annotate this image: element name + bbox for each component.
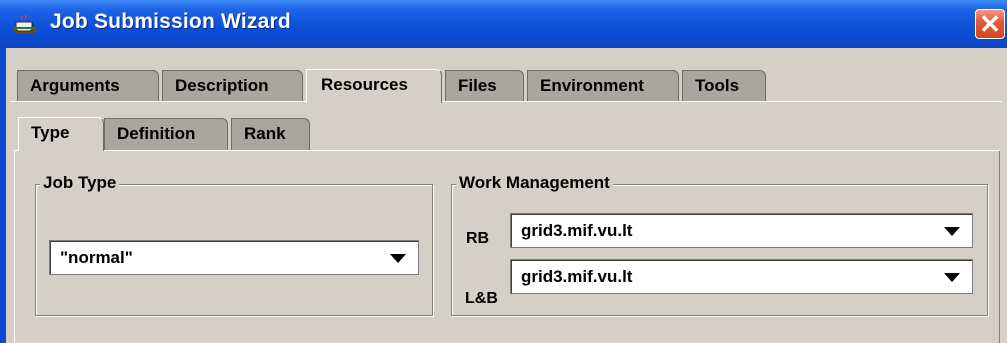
tab-label: Description (175, 76, 269, 95)
chevron-down-icon (944, 273, 960, 282)
subtab-type[interactable]: Type (18, 117, 104, 151)
lb-select[interactable]: grid3.mif.vu.lt (510, 259, 973, 294)
tab-tools[interactable]: Tools (682, 70, 766, 102)
subtab-rank[interactable]: Rank (231, 118, 310, 150)
tab-resources[interactable]: Resources (306, 69, 442, 103)
chevron-down-icon (944, 227, 960, 236)
job-type-select[interactable]: "normal" (49, 240, 419, 275)
window-frame-left (0, 48, 6, 343)
tab-label: Rank (244, 124, 286, 143)
tab-label: Tools (695, 76, 740, 95)
tab-label: Resources (321, 75, 408, 94)
tab-arguments[interactable]: Arguments (17, 70, 159, 102)
tab-environment[interactable]: Environment (527, 70, 679, 102)
tab-label: Arguments (30, 76, 120, 95)
lb-label: L&B (465, 290, 498, 307)
rb-value: grid3.mif.vu.lt (521, 221, 633, 240)
job-type-value: "normal" (60, 248, 133, 267)
tab-label: Files (458, 76, 497, 95)
window-title: Job Submission Wizard (50, 10, 291, 33)
work-management-title: Work Management (456, 172, 613, 194)
subtab-definition[interactable]: Definition (104, 118, 228, 150)
title-bar[interactable]: Job Submission Wizard ✕ (0, 0, 1007, 48)
close-button[interactable]: ✕ (975, 9, 1005, 39)
tab-label: Definition (117, 124, 196, 143)
java-cup-icon (13, 14, 37, 34)
job-submission-window: Job Submission Wizard ✕ Arguments Descri… (0, 0, 1007, 343)
work-management-group (451, 184, 988, 316)
tab-label: Type (31, 123, 70, 142)
rb-label: RB (466, 230, 490, 247)
job-type-title: Job Type (40, 172, 120, 194)
lb-value: grid3.mif.vu.lt (521, 267, 633, 286)
chevron-down-icon (390, 254, 406, 263)
tab-strip-divider (10, 101, 1002, 102)
tab-files[interactable]: Files (445, 70, 524, 102)
close-icon: ✕ (979, 9, 1001, 39)
tab-label: Environment (540, 76, 644, 95)
rb-select[interactable]: grid3.mif.vu.lt (510, 213, 973, 248)
tab-description[interactable]: Description (162, 70, 303, 102)
